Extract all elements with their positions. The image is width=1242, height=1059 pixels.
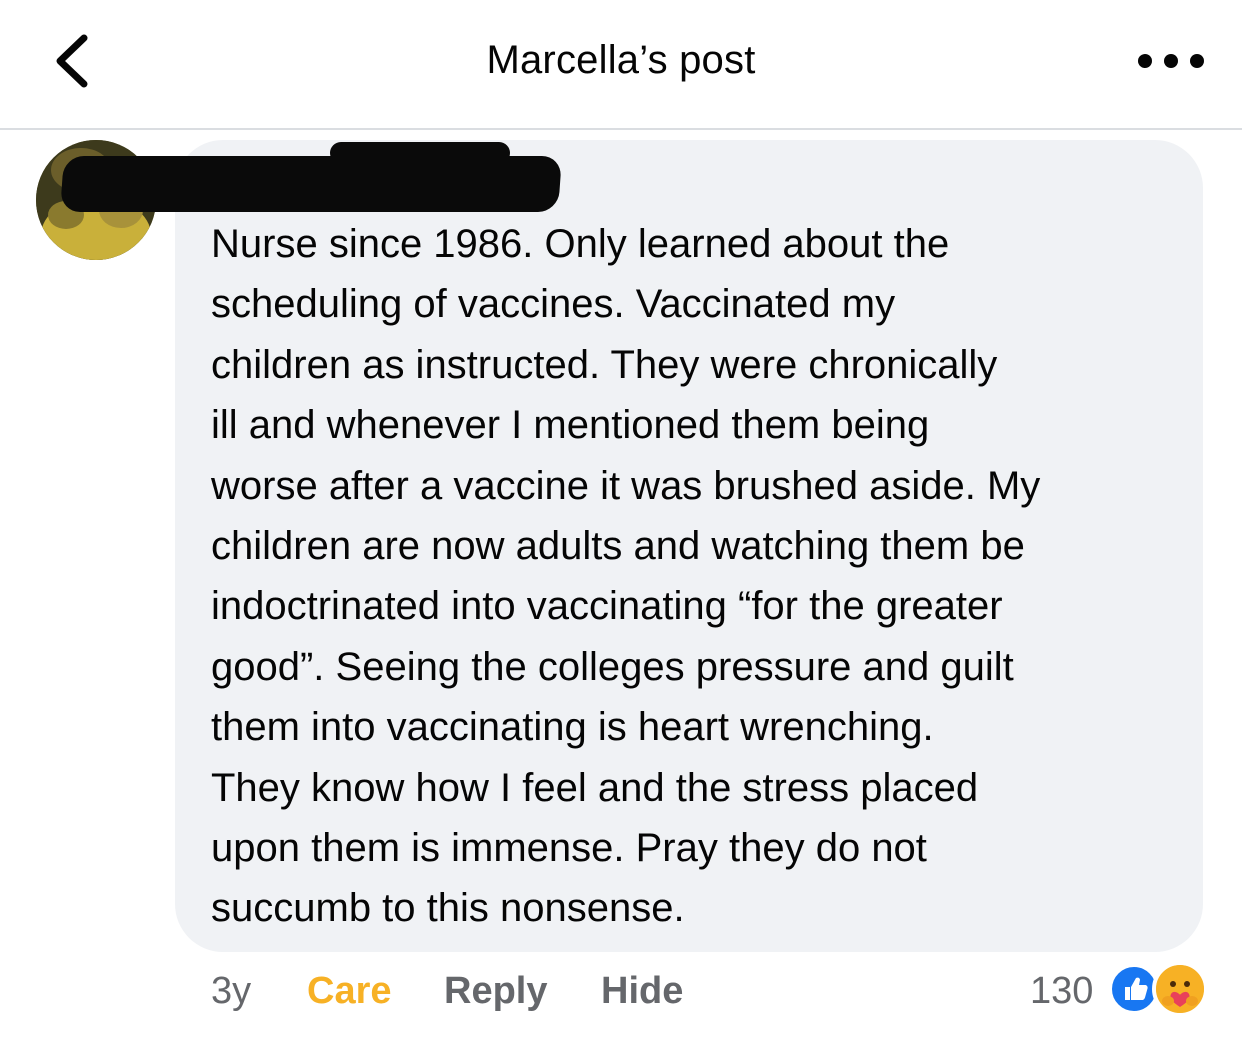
reaction-count[interactable]: 130 — [1030, 970, 1093, 1013]
hide-button[interactable]: Hide — [601, 970, 683, 1013]
redacted-author-name — [60, 156, 562, 212]
page-title: Marcella’s post — [486, 38, 756, 82]
more-options-icon[interactable] — [1138, 46, 1204, 76]
comment-actions: 3y Care Reply Hide 130 — [0, 966, 1242, 1022]
care-reaction-icon — [1152, 961, 1208, 1017]
comment-timestamp: 3y — [211, 970, 252, 1012]
care-reaction-button[interactable]: Care — [307, 970, 392, 1013]
reply-button[interactable]: Reply — [444, 970, 547, 1013]
top-bar: Marcella’s post — [0, 0, 1242, 130]
comment-text: Nurse since 1986. Only learned about the… — [211, 222, 1041, 931]
